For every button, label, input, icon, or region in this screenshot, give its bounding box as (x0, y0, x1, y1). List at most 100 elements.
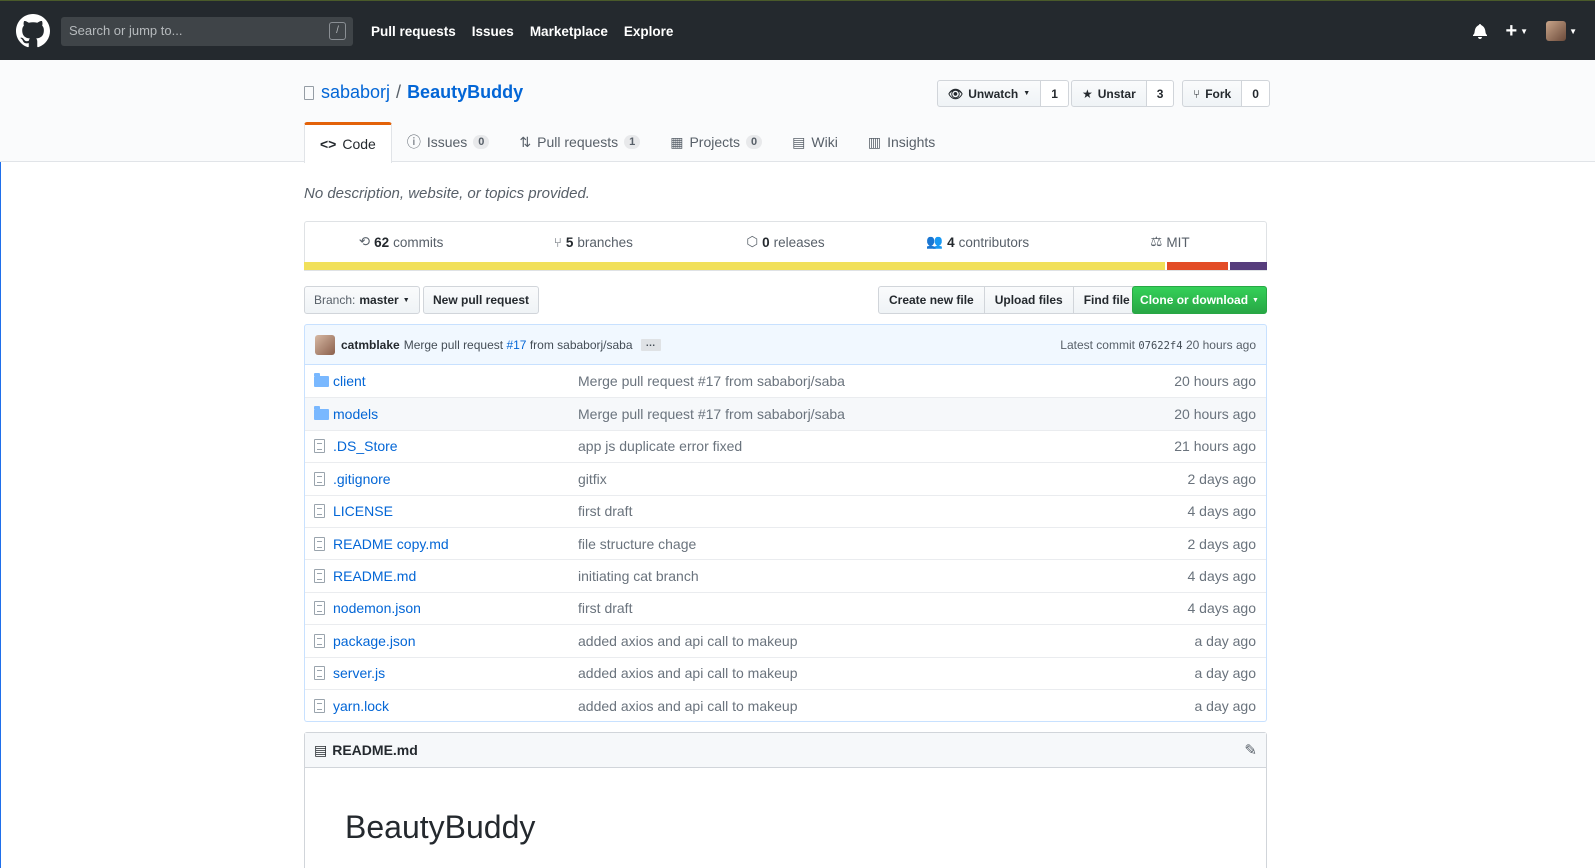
tab-issues[interactable]: ⓘ Issues 0 (392, 122, 505, 162)
file-row[interactable]: README.md initiating cat branch 4 days ago (305, 559, 1266, 591)
branches-label: branches (577, 234, 633, 250)
file-row[interactable]: server.js added axios and api call to mak… (305, 656, 1266, 689)
upload-files-button[interactable]: Upload files (984, 286, 1074, 314)
create-new-menu[interactable]: + ▼ (1505, 20, 1529, 42)
nav-issues[interactable]: Issues (472, 24, 514, 39)
commit-age: 20 hours ago (1185, 337, 1256, 352)
file-row[interactable]: models Merge pull request #17 from sababo… (305, 397, 1266, 430)
file-commit-message[interactable]: added axios and api call to makeup (578, 698, 1136, 714)
readme-box: ▤ README.md ✎ BeautyBuddy (304, 732, 1267, 868)
commit-message-start: Merge pull request (403, 337, 504, 352)
branch-select-button[interactable]: Branch: master ▼ (304, 286, 420, 314)
watchers-count[interactable]: 1 (1041, 80, 1069, 107)
folder-icon (305, 405, 333, 420)
file-row[interactable]: yarn.lock added axios and api call to mak… (305, 688, 1266, 721)
projects-counter: 0 (746, 135, 763, 149)
language-segment[interactable] (304, 262, 1165, 270)
file-icon (305, 666, 333, 681)
file-row[interactable]: package.json added axios and api call to … (305, 624, 1266, 656)
repo-name-link[interactable]: BeautyBuddy (407, 82, 523, 103)
tab-code[interactable]: <> Code (304, 122, 392, 163)
bell-icon[interactable] (1473, 23, 1488, 39)
repo-owner-link[interactable]: sababorj (321, 82, 390, 103)
file-commit-message[interactable]: initiating cat branch (578, 568, 1136, 584)
file-row[interactable]: client Merge pull request #17 from sababo… (305, 365, 1266, 397)
plus-icon: + (1505, 20, 1518, 42)
clone-or-download-button[interactable]: Clone or download ▼ (1132, 286, 1267, 314)
file-commit-message[interactable]: added axios and api call to makeup (578, 633, 1136, 649)
file-row[interactable]: README copy.md file structure chage 2 days… (305, 526, 1266, 559)
file-name-link[interactable]: models (333, 406, 578, 422)
file-name-link[interactable]: README.md (333, 568, 578, 584)
pr-link[interactable]: #17 (506, 338, 526, 352)
tab-wiki[interactable]: ▤ Wiki (777, 122, 853, 162)
language-segment[interactable] (1166, 262, 1229, 270)
file-commit-message[interactable]: file structure chage (578, 536, 1136, 552)
tab-insights[interactable]: ▥ Insights (853, 122, 950, 162)
caret-down-icon: ▼ (1520, 26, 1529, 36)
nav-explore[interactable]: Explore (624, 24, 674, 39)
file-name-link[interactable]: nodemon.json (333, 600, 578, 616)
file-name-link[interactable]: package.json (333, 633, 578, 649)
file-list: client Merge pull request #17 from sababo… (304, 365, 1267, 723)
star-group: ★ Unstar 3 (1071, 80, 1175, 107)
star-icon: ★ (1082, 86, 1093, 101)
file-row[interactable]: nodemon.json first draft 4 days ago (305, 591, 1266, 624)
file-name-link[interactable]: yarn.lock (333, 698, 578, 714)
nav-marketplace[interactable]: Marketplace (530, 24, 608, 39)
file-commit-message[interactable]: first draft (578, 503, 1136, 519)
fork-label: Fork (1205, 86, 1232, 101)
pencil-icon[interactable]: ✎ (1244, 741, 1257, 759)
file-icon (305, 569, 333, 584)
commit-author-link[interactable]: catmblake (341, 338, 400, 352)
tab-pull-requests[interactable]: ⇅ Pull requests 1 (504, 122, 655, 162)
header-actions: + ▼ ▼ (1473, 21, 1577, 41)
readme-heading: BeautyBuddy (345, 809, 536, 845)
fork-button[interactable]: ⑂ Fork (1182, 80, 1243, 107)
file-age: a day ago (1194, 697, 1257, 714)
github-logo-icon[interactable] (16, 14, 50, 48)
tab-projects[interactable]: ▦ Projects 0 (655, 122, 777, 162)
contributors-label: contributors (958, 234, 1030, 250)
unwatch-button[interactable]: 👁 Unwatch ▼ (937, 80, 1042, 107)
eye-icon: 👁 (948, 86, 964, 101)
file-row[interactable]: .gitignore gitfix 2 days ago (305, 462, 1266, 494)
file-age: 21 hours ago (1174, 438, 1256, 455)
file-commit-message[interactable]: added axios and api call to makeup (578, 665, 1136, 681)
user-menu[interactable]: ▼ (1546, 21, 1577, 41)
new-pull-request-button[interactable]: New pull request (423, 286, 540, 314)
file-commit-message[interactable]: gitfix (578, 471, 1136, 487)
avatar[interactable] (315, 334, 335, 355)
commit-message[interactable]: Merge pull request #17 from sababorj/sab… (404, 338, 633, 352)
file-commit-message[interactable]: Merge pull request #17 from sababorj/sab… (578, 373, 1136, 389)
file-name-link[interactable]: LICENSE (333, 503, 578, 519)
stargazers-count[interactable]: 3 (1146, 80, 1175, 107)
find-file-button[interactable]: Find file (1073, 286, 1141, 314)
file-commit-message[interactable]: first draft (578, 600, 1136, 616)
commit-sha-link[interactable]: 07622f4 (1138, 340, 1182, 352)
file-name-link[interactable]: client (333, 373, 578, 389)
unstar-label: Unstar (1097, 86, 1136, 101)
releases-count: 0 (762, 234, 770, 250)
file-row[interactable]: .DS_Store app js duplicate error fixed 21 … (305, 429, 1266, 462)
nav-pull-requests[interactable]: Pull requests (371, 24, 456, 39)
language-bar[interactable] (304, 262, 1267, 270)
file-name-link[interactable]: .gitignore (333, 471, 578, 487)
file-commit-message[interactable]: Merge pull request #17 from sababorj/sab… (578, 406, 1136, 422)
file-name-link[interactable]: README copy.md (333, 536, 578, 552)
tab-label: Insights (887, 134, 936, 150)
create-new-file-button[interactable]: Create new file (878, 286, 985, 314)
people-icon: 👥 (926, 234, 944, 249)
file-name-link[interactable]: .DS_Store (333, 438, 578, 454)
language-segment[interactable] (1230, 262, 1267, 270)
file-icon (305, 471, 333, 486)
file-commit-message[interactable]: app js duplicate error fixed (578, 438, 1136, 454)
file-icon (305, 633, 333, 648)
forks-count[interactable]: 0 (1242, 80, 1270, 107)
file-icon (305, 439, 333, 454)
unstar-button[interactable]: ★ Unstar (1071, 80, 1147, 107)
search-input[interactable]: Search or jump to... / (61, 17, 353, 46)
file-name-link[interactable]: server.js (333, 665, 578, 681)
expand-commit-button[interactable]: … (640, 338, 661, 351)
file-row[interactable]: LICENSE first draft 4 days ago (305, 494, 1266, 527)
